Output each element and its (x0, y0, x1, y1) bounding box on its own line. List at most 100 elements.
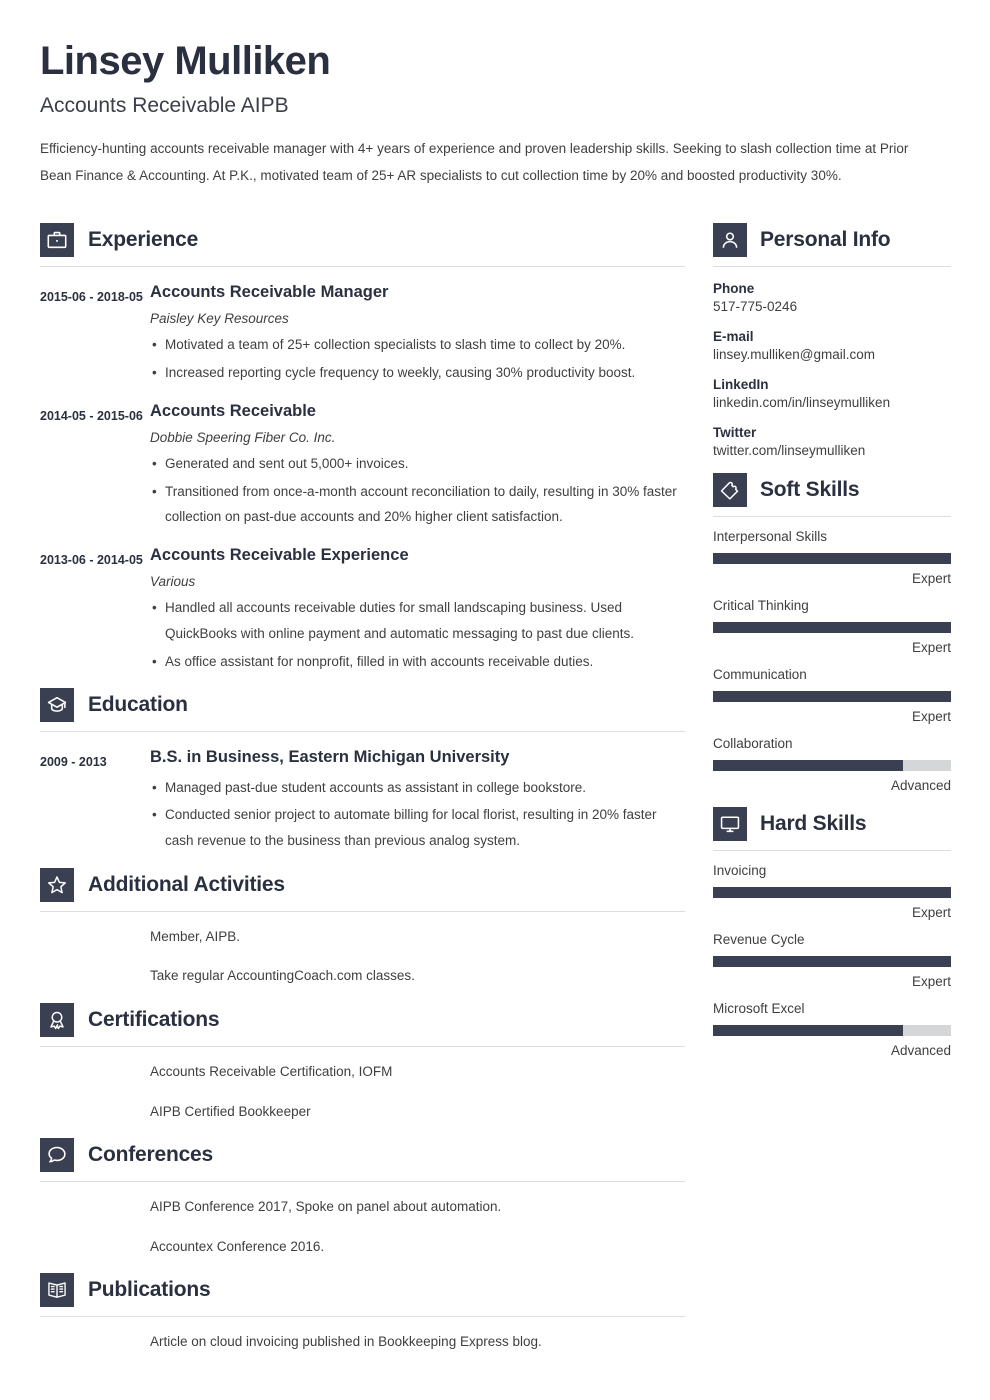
education-entry: 2009 - 2013 B.S. in Business, Eastern Mi… (40, 747, 685, 853)
skill-bar-track (713, 552, 951, 564)
skill-bar-fill (713, 1024, 904, 1036)
puzzle-piece-icon (713, 472, 747, 507)
soft-skills-heading: Soft Skills (713, 472, 951, 507)
skill-level: Expert (911, 904, 951, 920)
experience-title: Experience (88, 227, 199, 251)
entry-bullets: Handled all accounts receivable duties f… (150, 595, 685, 674)
section-hard-skills: Hard Skills Invoicing Expert Revenue Cyc… (713, 806, 951, 1058)
experience-entry: 2015-06 - 2018-05 Accounts Receivable Ma… (40, 282, 685, 386)
bullet-item: Increased reporting cycle frequency to w… (150, 360, 685, 386)
additional-activities-title: Additional Activities (88, 872, 285, 896)
entry-body: B.S. in Business, Eastern Michigan Unive… (150, 747, 685, 853)
hard-skills-divider (713, 849, 951, 851)
skill-bar-fill (713, 690, 951, 702)
speech-bubble-icon (40, 1138, 74, 1173)
person-icon (713, 222, 747, 257)
list-item: AIPB Certified Bookkeeper (150, 1103, 311, 1119)
professional-summary: Efficiency-hunting accounts receivable m… (40, 141, 909, 183)
skill-bar-track (713, 886, 951, 898)
skill-level: Expert (911, 708, 951, 724)
entry-dates: 2009 - 2013 (40, 755, 107, 770)
contact-value-twitter[interactable]: twitter.com/linseymulliken (713, 443, 951, 458)
bullet-item: Managed past-due student accounts as ass… (150, 775, 685, 801)
certifications-divider (40, 1045, 685, 1047)
education-divider (40, 731, 685, 733)
entry-dates: 2015-06 - 2018-05 (40, 289, 143, 304)
experience-entry: 2013-06 - 2014-05 Accounts Receivable Ex… (40, 545, 685, 674)
hard-skills-heading: Hard Skills (713, 806, 951, 841)
skill-name: Collaboration (713, 735, 793, 751)
contact-value-phone: 517-775-0246 (713, 298, 798, 314)
briefcase-icon (40, 222, 74, 257)
contact-value-linkedin[interactable]: linkedin.com/in/linseymulliken (713, 395, 951, 410)
skill-item: Microsoft Excel Advanced (713, 1001, 951, 1058)
contact-label-email: E-mail (713, 328, 754, 344)
personal-info-divider (713, 265, 951, 267)
conferences-list: AIPB Conference 2017, Spoke on panel abo… (40, 1194, 685, 1259)
contact-label-linkedin: LinkedIn (713, 376, 769, 392)
skill-name: Interpersonal Skills (713, 528, 828, 544)
publications-divider (40, 1316, 685, 1318)
contact-label-twitter: Twitter (713, 424, 757, 440)
hard-skills-title: Hard Skills (760, 811, 867, 835)
bullet-item: As office assistant for nonprofit, fille… (150, 649, 685, 675)
sidebar-column: Personal Info Phone 517-775-0246 E-mail … (713, 209, 951, 1359)
section-certifications: Certifications Accounts Receivable Certi… (40, 1002, 685, 1124)
entry-organization: Dobbie Speering Fiber Co. Inc. (150, 429, 336, 445)
skill-bar-track (713, 955, 951, 967)
education-heading: Education (40, 688, 685, 723)
skill-bar-track (713, 759, 951, 771)
skill-bar-fill (713, 955, 951, 967)
entry-title: B.S. in Business, Eastern Michigan Unive… (150, 748, 510, 767)
skill-item: Communication Expert (713, 667, 951, 724)
experience-divider (40, 265, 685, 267)
monitor-icon (713, 806, 747, 841)
conferences-divider (40, 1181, 685, 1183)
entry-organization: Various (150, 574, 196, 590)
list-item: Take regular AccountingCoach.com classes… (150, 968, 415, 984)
section-publications: Publications Article on cloud invoicing … (40, 1273, 685, 1355)
contact-value-email[interactable]: linsey.mulliken@gmail.com (713, 347, 951, 362)
bullet-item: Handled all accounts receivable duties f… (150, 595, 685, 646)
list-item: Article on cloud invoicing published in … (150, 1334, 542, 1350)
entry-bullets: Managed past-due student accounts as ass… (150, 775, 685, 854)
section-experience: Experience 2015-06 - 2018-05 Accounts Re… (40, 222, 685, 674)
entry-dates: 2013-06 - 2014-05 (40, 552, 143, 567)
skill-name: Revenue Cycle (713, 931, 805, 947)
skill-level: Expert (911, 570, 951, 586)
entry-title: Accounts Receivable Experience (150, 545, 409, 564)
conferences-heading: Conferences (40, 1138, 685, 1173)
entry-title: Accounts Receivable Manager (150, 282, 389, 301)
certifications-title: Certifications (88, 1007, 220, 1031)
bullet-item: Generated and sent out 5,000+ invoices. (150, 451, 685, 477)
section-soft-skills: Soft Skills Interpersonal Skills Expert … (713, 472, 951, 793)
personal-info-title: Personal Info (760, 227, 891, 251)
skill-bar-fill (713, 552, 951, 564)
award-ribbon-icon (40, 1002, 74, 1037)
skill-item: Collaboration Advanced (713, 736, 951, 793)
additional-activities-heading: Additional Activities (40, 867, 685, 902)
education-title: Education (88, 693, 188, 717)
skill-item: Interpersonal Skills Expert (713, 529, 951, 586)
entry-title: Accounts Receivable (150, 401, 316, 420)
bullet-item: Conducted senior project to automate bil… (150, 802, 685, 853)
list-item: Accounts Receivable Certification, IOFM (150, 1063, 393, 1079)
publications-title: Publications (88, 1278, 211, 1302)
skill-name: Invoicing (713, 862, 767, 878)
bullet-item: Transitioned from once-a-month account r… (150, 479, 685, 530)
additional-activities-list: Member, AIPB. Take regular AccountingCoa… (40, 924, 685, 989)
personal-info-heading: Personal Info (713, 222, 951, 257)
certifications-heading: Certifications (40, 1002, 685, 1037)
publications-heading: Publications (40, 1273, 685, 1308)
entry-organization: Paisley Key Resources (150, 311, 289, 327)
candidate-job-title: Accounts Receivable AIPB (40, 94, 289, 117)
entry-body: Accounts Receivable Experience Various H… (150, 545, 685, 674)
skill-name: Critical Thinking (713, 597, 809, 613)
skill-item: Revenue Cycle Expert (713, 932, 951, 989)
skill-bar-fill (713, 759, 904, 771)
entry-bullets: Motivated a team of 25+ collection speci… (150, 332, 685, 385)
resume-page: Linsey Mulliken Accounts Receivable AIPB… (0, 0, 990, 1400)
resume-header: Linsey Mulliken Accounts Receivable AIPB… (40, 38, 950, 189)
section-personal-info: Personal Info Phone 517-775-0246 E-mail … (713, 222, 951, 458)
skill-level: Expert (911, 973, 951, 989)
